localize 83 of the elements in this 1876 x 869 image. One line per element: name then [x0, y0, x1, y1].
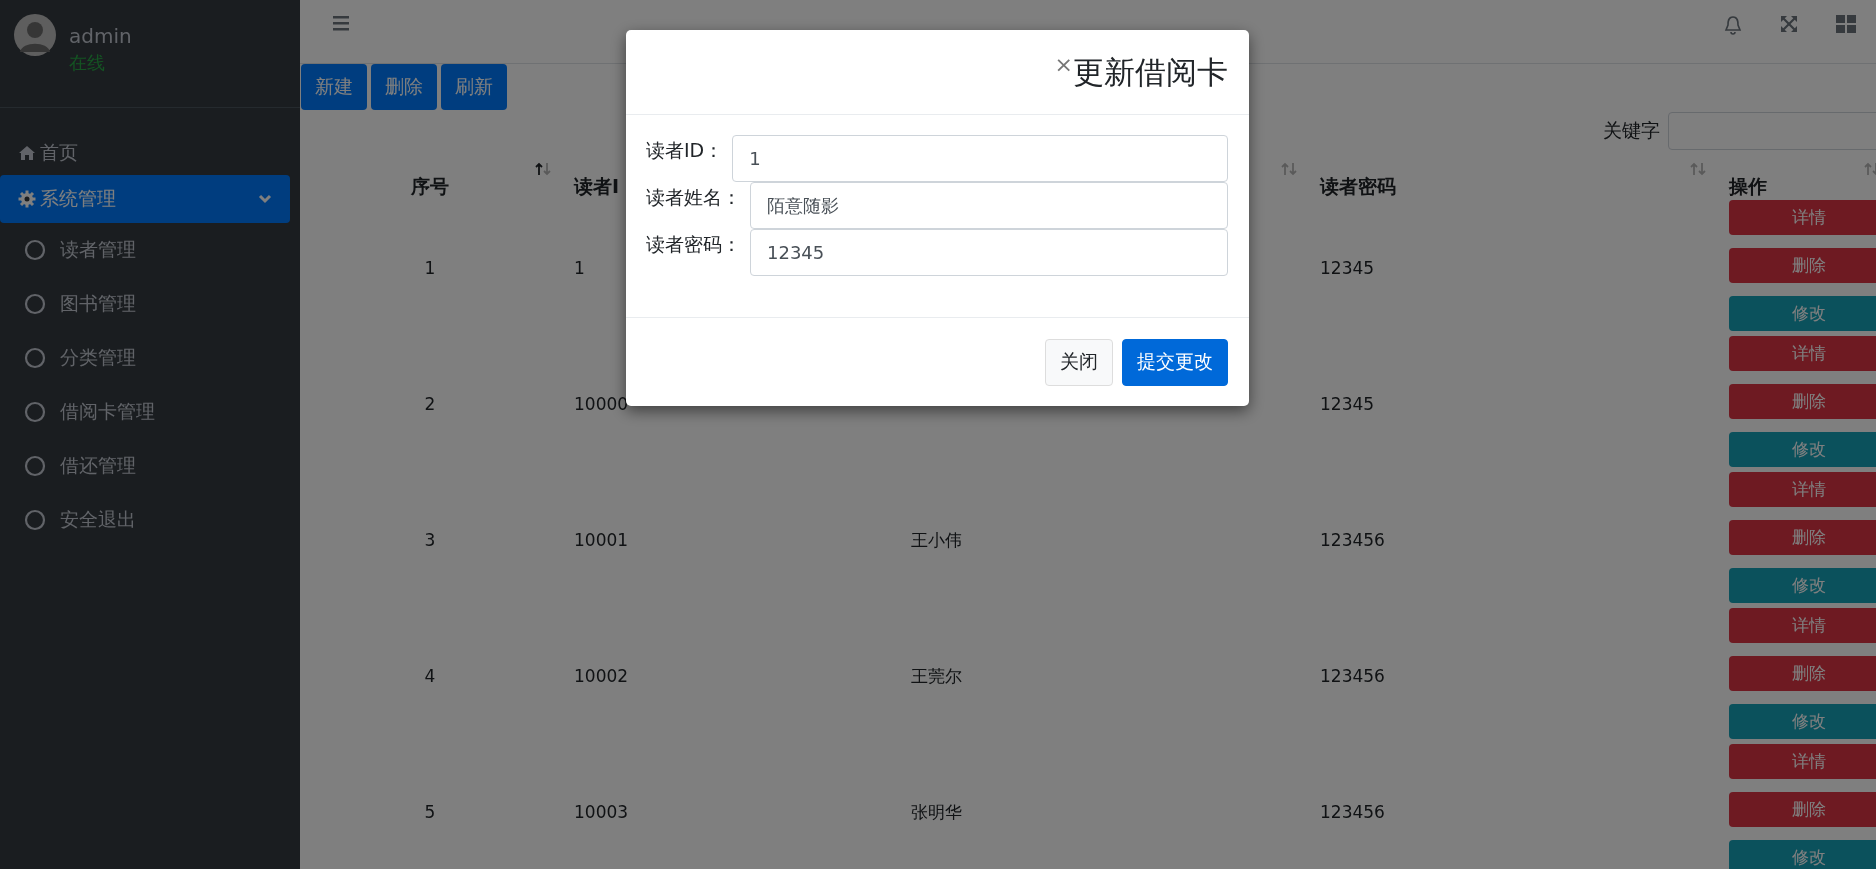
circle-icon: [24, 347, 46, 369]
row-number: 5: [424, 802, 436, 822]
sidebar-subitem-label: 分类管理: [60, 345, 136, 370]
input-field[interactable]: 1: [732, 135, 1228, 182]
reader-id: 10000: [574, 394, 629, 414]
circle-icon: [24, 401, 46, 423]
reader-name: 张明华: [911, 800, 962, 824]
reader-id: 10002: [574, 666, 629, 686]
column-header: 序号: [411, 174, 449, 199]
action-button[interactable]: 删除: [1729, 520, 1876, 555]
row-number: 1: [424, 258, 436, 278]
sidebar-subitem[interactable]: 借还管理: [0, 439, 290, 493]
action-button[interactable]: 详情: [1729, 200, 1876, 235]
toolbar-button[interactable]: 刷新: [441, 64, 507, 110]
action-button[interactable]: 修改: [1729, 840, 1876, 869]
modal-button[interactable]: 关闭: [1045, 338, 1113, 386]
grid-icon: [1836, 15, 1856, 33]
reader-password: 123456: [1320, 802, 1385, 822]
close-button[interactable]: ×: [1054, 55, 1073, 75]
field-label: 读者密码：: [646, 232, 741, 257]
reader-name: 王莞尔: [911, 664, 962, 688]
reader-id: 1: [574, 258, 585, 278]
column-header: 读者I: [574, 174, 620, 199]
sidebar-item-label: 系统管理: [40, 186, 116, 211]
action-button[interactable]: 修改: [1729, 704, 1876, 739]
action-button[interactable]: 修改: [1729, 432, 1876, 467]
reader-password: 123456: [1320, 530, 1385, 550]
reader-id: 10001: [574, 530, 629, 550]
sidebar-subitem[interactable]: 借阅卡管理: [0, 385, 290, 439]
column-header: 操作: [1729, 174, 1767, 199]
sidebar-item[interactable]: 系统管理: [0, 175, 290, 223]
reader-id: 10003: [574, 802, 629, 822]
column-header: 读者密码: [1320, 174, 1396, 199]
toolbar-button[interactable]: 新建: [301, 64, 367, 110]
input-field[interactable]: 12345: [750, 229, 1228, 276]
bell-icon: [1724, 15, 1742, 35]
field-label: 读者ID：: [646, 138, 724, 163]
sidebar-item-label: 首页: [40, 139, 78, 165]
sidebar-subitem[interactable]: 分类管理: [0, 331, 290, 385]
field-label: 读者姓名：: [646, 185, 741, 210]
circle-icon: [24, 455, 46, 477]
circle-icon: [24, 239, 46, 261]
action-button[interactable]: 详情: [1729, 336, 1876, 371]
action-button[interactable]: 详情: [1729, 744, 1876, 779]
reader-password: 12345: [1320, 258, 1375, 278]
row-number: 2: [424, 394, 436, 414]
action-button[interactable]: 修改: [1729, 568, 1876, 603]
modal-button[interactable]: 提交更改: [1122, 338, 1228, 386]
menu-icon: [333, 15, 349, 31]
input-field[interactable]: 陌意随影: [750, 182, 1228, 229]
sidebar-subitem-label: 读者管理: [60, 237, 136, 262]
user-name: admin: [69, 23, 132, 50]
action-button[interactable]: 删除: [1729, 792, 1876, 827]
expand-icon: [1780, 15, 1798, 33]
sidebar-item[interactable]: 首页: [0, 130, 290, 175]
circle-icon: [24, 509, 46, 531]
sidebar-subitem-label: 安全退出: [60, 507, 136, 532]
search-field[interactable]: [1668, 112, 1876, 150]
row-number: 4: [424, 666, 436, 686]
sidebar-subitem[interactable]: 安全退出: [0, 493, 290, 547]
action-button[interactable]: 详情: [1729, 472, 1876, 507]
action-button[interactable]: 修改: [1729, 296, 1876, 331]
circle-icon: [24, 293, 46, 315]
settings-icon: [18, 190, 36, 208]
reader-name: 王小伟: [911, 528, 962, 552]
reader-password: 123456: [1320, 666, 1385, 686]
action-button[interactable]: 详情: [1729, 608, 1876, 643]
action-button[interactable]: 删除: [1729, 384, 1876, 419]
sidebar-subitem[interactable]: 图书管理: [0, 277, 290, 331]
sidebar-subitem[interactable]: 读者管理: [0, 223, 290, 277]
home-icon: [18, 144, 36, 161]
chevron-icon: [258, 194, 272, 204]
action-button[interactable]: 删除: [1729, 656, 1876, 691]
reader-password: 12345: [1320, 394, 1375, 414]
sidebar-subitem-label: 借还管理: [60, 453, 136, 478]
sidebar-subitem-label: 借阅卡管理: [60, 399, 155, 424]
row-number: 3: [424, 530, 436, 550]
toolbar-button[interactable]: 删除: [371, 64, 437, 110]
action-button[interactable]: 删除: [1729, 248, 1876, 283]
search-label: 关键字: [1603, 118, 1660, 143]
modal-title: 更新借阅卡: [1073, 53, 1228, 92]
avatar-icon: [14, 14, 56, 56]
sidebar-subitem-label: 图书管理: [60, 291, 136, 316]
